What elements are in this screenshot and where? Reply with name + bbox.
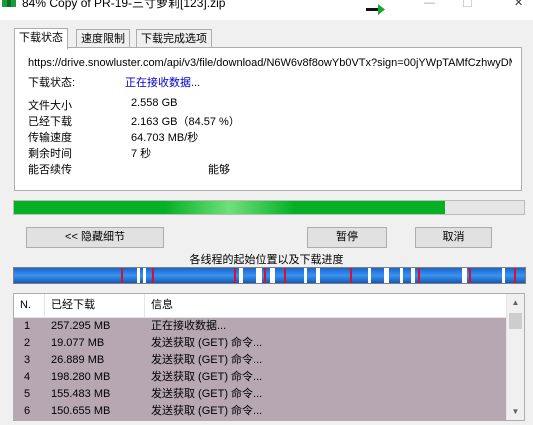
row-number: 4: [24, 371, 31, 383]
time-left-value: 7 秒: [131, 148, 152, 160]
row-downloaded: 155.483 MB: [51, 388, 111, 400]
thread-marker: [418, 268, 420, 283]
thread-segments-bar: [13, 267, 526, 284]
status-panel: https://drive.snowluster.com/api/v3/file…: [14, 47, 522, 191]
table-row[interactable]: 4 198.280 MB 发送获取 (GET) 命令...: [14, 369, 507, 386]
table-row[interactable]: 6 150.655 MB 发送获取 (GET) 命令...: [14, 403, 507, 420]
thread-segment: [304, 268, 307, 283]
thread-segment: [270, 268, 275, 283]
thread-segment: [316, 268, 320, 283]
row-number: 2: [24, 337, 31, 349]
window-title: 84% Copy of PR-19-三寸萝莉[123].zip: [22, 0, 226, 10]
row-info: 发送获取 (GET) 命令...: [151, 388, 263, 400]
table-header: N. 已经下载 信息: [14, 294, 507, 318]
row-downloaded: 257.295 MB: [51, 320, 111, 332]
resume-label: 能否续传: [28, 164, 72, 176]
row-downloaded: 26.889 MB: [51, 354, 105, 366]
downloaded-value: 2.163 GB（84.57 %）: [131, 116, 240, 128]
scroll-down-icon[interactable]: ▼: [507, 403, 524, 420]
thread-segment: [368, 268, 371, 283]
threads-label: 各线程的起始位置以及下载进度: [189, 254, 344, 266]
state-value: 正在接收数据...: [125, 77, 201, 89]
thread-segment: [137, 268, 140, 283]
thread-marker: [350, 268, 352, 283]
thread-marker: [284, 268, 286, 283]
speed-label: 传输速度: [28, 132, 72, 144]
column-header-info[interactable]: 信息: [145, 294, 507, 317]
thread-segment: [256, 268, 262, 283]
thread-segment: [384, 268, 389, 283]
maximize-button[interactable]: ☐: [460, 0, 500, 16]
row-number: 1: [24, 320, 31, 332]
row-downloaded: 198.280 MB: [51, 371, 111, 383]
row-downloaded: 150.655 MB: [51, 405, 111, 417]
row-info: 正在接收数据...: [151, 320, 227, 332]
green-arrow-icon: [366, 2, 386, 16]
speed-value: 64.703 MB/秒: [131, 132, 199, 144]
row-info: 发送获取 (GET) 命令...: [151, 337, 263, 349]
title-bar: 84% Copy of PR-19-三寸萝莉[123].zip — ☐ ✕: [0, 0, 533, 20]
row-number: 5: [24, 388, 31, 400]
row-info: 发送获取 (GET) 命令...: [151, 371, 263, 383]
downloaded-label: 已经下载: [28, 116, 72, 128]
archive-icon: [2, 0, 16, 7]
column-header-downloaded[interactable]: 已经下载: [45, 294, 145, 317]
state-row: 下载状态:: [28, 74, 75, 90]
thread-marker: [121, 268, 123, 283]
table-row[interactable]: 5 155.483 MB 发送获取 (GET) 命令...: [14, 386, 507, 403]
column-header-number[interactable]: N.: [14, 294, 45, 317]
thread-marker: [469, 268, 471, 283]
table-row[interactable]: 3 26.889 MB 发送获取 (GET) 命令...: [14, 352, 507, 369]
cancel-button[interactable]: 取消: [415, 227, 492, 248]
row-info: 发送获取 (GET) 命令...: [151, 354, 263, 366]
table-scrollbar[interactable]: ▲ ▼: [506, 294, 524, 420]
table-row[interactable]: 1 257.295 MB 正在接收数据...: [14, 318, 507, 335]
hide-details-button[interactable]: << 隐藏细节: [26, 227, 164, 248]
thread-segment: [143, 268, 146, 283]
resume-value: 能够: [208, 164, 230, 176]
row-downloaded: 19.077 MB: [51, 337, 105, 349]
tab-speed-limit[interactable]: 速度限制: [76, 29, 130, 48]
thread-marker: [264, 268, 266, 283]
table-row[interactable]: 2 19.077 MB 发送获取 (GET) 命令...: [14, 335, 507, 352]
thread-marker: [514, 268, 516, 283]
download-progress-fill: [14, 201, 446, 214]
file-size-label: 文件大小: [28, 100, 72, 112]
time-left-label: 剩余时间: [28, 148, 72, 160]
minimize-button[interactable]: —: [410, 0, 450, 16]
thread-segment: [411, 268, 415, 283]
thread-marker: [234, 268, 236, 283]
file-size-value: 2.558 GB: [131, 97, 178, 109]
download-url: https://drive.snowluster.com/api/v3/file…: [28, 57, 512, 69]
pause-button[interactable]: 暂停: [307, 227, 387, 248]
close-button[interactable]: ✕: [500, 0, 533, 16]
thread-marker: [152, 268, 154, 283]
scroll-up-icon[interactable]: ▲: [507, 294, 524, 311]
minimize-icon: —: [424, 0, 435, 9]
row-info: 发送获取 (GET) 命令...: [151, 405, 263, 417]
thread-segment: [502, 268, 505, 283]
download-progress-bar: [13, 200, 525, 215]
thread-segment: [239, 268, 243, 283]
maximize-icon: ☐: [462, 0, 473, 10]
scroll-thumb[interactable]: [509, 313, 522, 329]
row-number: 6: [24, 405, 31, 417]
close-icon: ✕: [514, 0, 524, 9]
thread-segment: [462, 268, 467, 283]
threads-table[interactable]: N. 已经下载 信息 1 257.295 MB 正在接收数据... 2 19.0…: [13, 293, 525, 421]
state-label: 下载状态:: [28, 77, 76, 89]
tab-download-status[interactable]: 下载状态: [14, 28, 68, 49]
tab-completion-options[interactable]: 下载完成选项: [136, 29, 212, 48]
row-number: 3: [24, 354, 31, 366]
thread-segment: [400, 268, 403, 283]
